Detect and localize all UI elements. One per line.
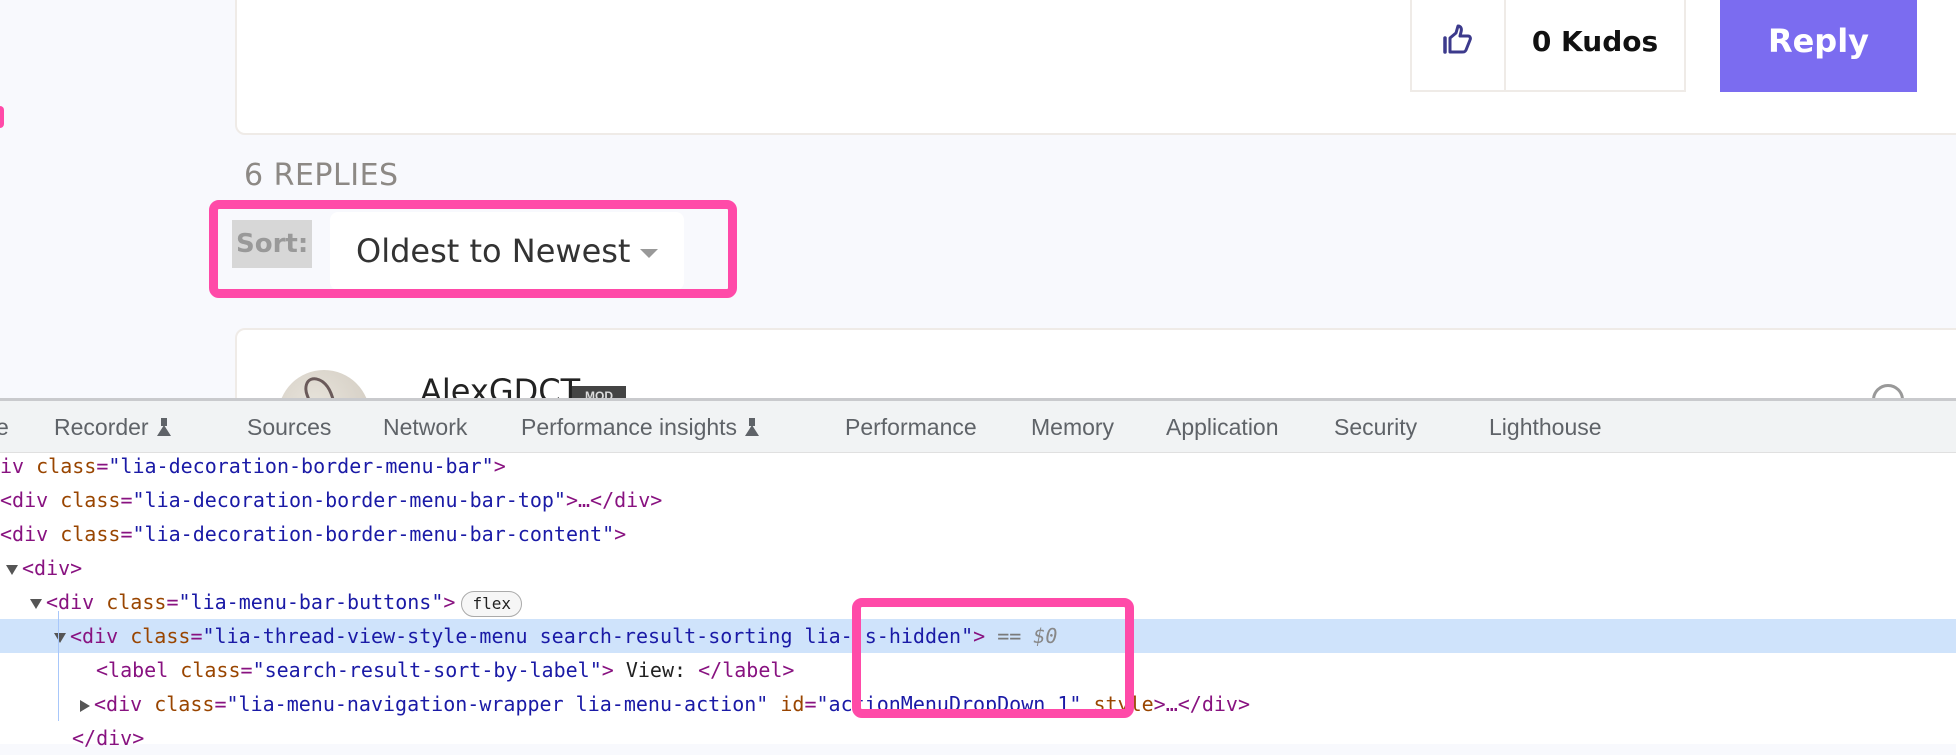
tag-name: <div>: [22, 556, 83, 580]
tag-name: <div: [0, 522, 61, 546]
attr-value: "lia-menu-navigation-wrapper lia-menu-ac…: [226, 692, 769, 716]
tag-name: <div: [0, 488, 61, 512]
mod-badge: MOD: [572, 386, 626, 398]
kudos-count[interactable]: 0 Kudos: [1506, 0, 1684, 90]
tag-close: >: [614, 522, 627, 546]
tag-close: >…</div>: [1153, 692, 1250, 716]
thumbs-up-icon: [1443, 24, 1472, 54]
kudos-group: 0 Kudos: [1410, 0, 1686, 92]
tag-name: iv: [0, 454, 37, 478]
attr-value: "lia-decoration-border-menu-bar": [108, 454, 494, 478]
attr-name: id: [768, 692, 805, 716]
tag-name: <div: [70, 624, 131, 648]
attr-name: class: [130, 624, 191, 648]
tab-application[interactable]: Application: [1166, 401, 1279, 453]
tag-name: <div: [46, 590, 107, 614]
tag-close: >…</div>: [565, 488, 663, 512]
tag-close: >: [601, 658, 614, 682]
tag-name: <label: [96, 658, 181, 682]
dom-node[interactable]: <div>: [0, 551, 1956, 585]
annotation-marker: [0, 106, 4, 128]
tab-network[interactable]: Network: [383, 401, 467, 453]
tag-name: </div>: [72, 726, 145, 750]
dom-node[interactable]: <div class="lia-decoration-border-menu-b…: [0, 483, 1956, 517]
tab-label: Security: [1334, 414, 1418, 440]
author-name[interactable]: AlexGDCT: [420, 372, 580, 398]
tab-recorder[interactable]: Recorder: [54, 401, 171, 453]
community-page: 0 Kudos Reply 6 REPLIES Sort: Oldest to …: [0, 0, 1956, 398]
reply-button[interactable]: Reply: [1720, 0, 1917, 92]
tab-performance-insights[interactable]: Performance insights: [521, 401, 760, 453]
flask-icon: [156, 418, 171, 436]
collapse-arrow-icon[interactable]: [80, 699, 90, 712]
tab-label: Application: [1166, 414, 1279, 440]
attr-name: class: [36, 454, 97, 478]
tag-close: </label>: [698, 658, 795, 682]
attr-value: "lia-decoration-border-menu-bar-top": [132, 488, 566, 512]
tab-console[interactable]: e: [0, 401, 9, 453]
annotation-highlight-class: [852, 598, 1134, 718]
attr-name: class: [106, 590, 167, 614]
tab-sources[interactable]: Sources: [247, 401, 331, 453]
flex-badge[interactable]: flex: [461, 590, 522, 617]
attr-name: class: [60, 488, 121, 512]
annotation-highlight-sort: [209, 200, 737, 298]
tab-label: Memory: [1031, 414, 1115, 440]
tab-label: Recorder: [54, 414, 149, 440]
attr-value: "lia-decoration-border-menu-bar-content": [132, 522, 615, 546]
tab-performance[interactable]: Performance: [845, 401, 977, 453]
flask-icon: [745, 418, 760, 436]
tab-label: Sources: [247, 414, 332, 440]
tab-memory[interactable]: Memory: [1031, 401, 1114, 453]
tag-close: >: [443, 590, 456, 614]
attr-name: class: [180, 658, 241, 682]
tab-label: Performance insights: [521, 414, 738, 440]
kudos-button[interactable]: [1412, 0, 1506, 90]
text-node: View:: [613, 658, 699, 682]
replies-count: 6 REPLIES: [244, 158, 399, 193]
tag-name: <div: [94, 692, 155, 716]
tab-label: Network: [383, 414, 468, 440]
expand-arrow-icon[interactable]: [54, 632, 66, 643]
attr-value: "search-result-sort-by-label": [252, 658, 602, 682]
devtools-tabbar: e Recorder Sources Network Performance i…: [0, 401, 1956, 453]
attr-name: class: [154, 692, 215, 716]
tab-security[interactable]: Security: [1334, 401, 1417, 453]
dom-node[interactable]: iv class="lia-decoration-border-menu-bar…: [0, 449, 1956, 483]
dom-node[interactable]: <div class="lia-decoration-border-menu-b…: [0, 517, 1956, 551]
indent-guide: [58, 611, 59, 721]
dom-node[interactable]: </div>: [0, 721, 1956, 755]
expand-arrow-icon[interactable]: [30, 598, 42, 609]
tab-label: Performance: [845, 414, 977, 440]
tab-lighthouse[interactable]: Lighthouse: [1489, 401, 1602, 453]
post-card: [235, 0, 1956, 135]
tag-close: >: [493, 454, 506, 478]
tab-label: Lighthouse: [1489, 414, 1602, 440]
attr-name: class: [60, 522, 121, 546]
attr-value: "lia-menu-bar-buttons": [178, 590, 444, 614]
expand-arrow-icon[interactable]: [6, 564, 18, 575]
tab-label: e: [0, 414, 9, 440]
